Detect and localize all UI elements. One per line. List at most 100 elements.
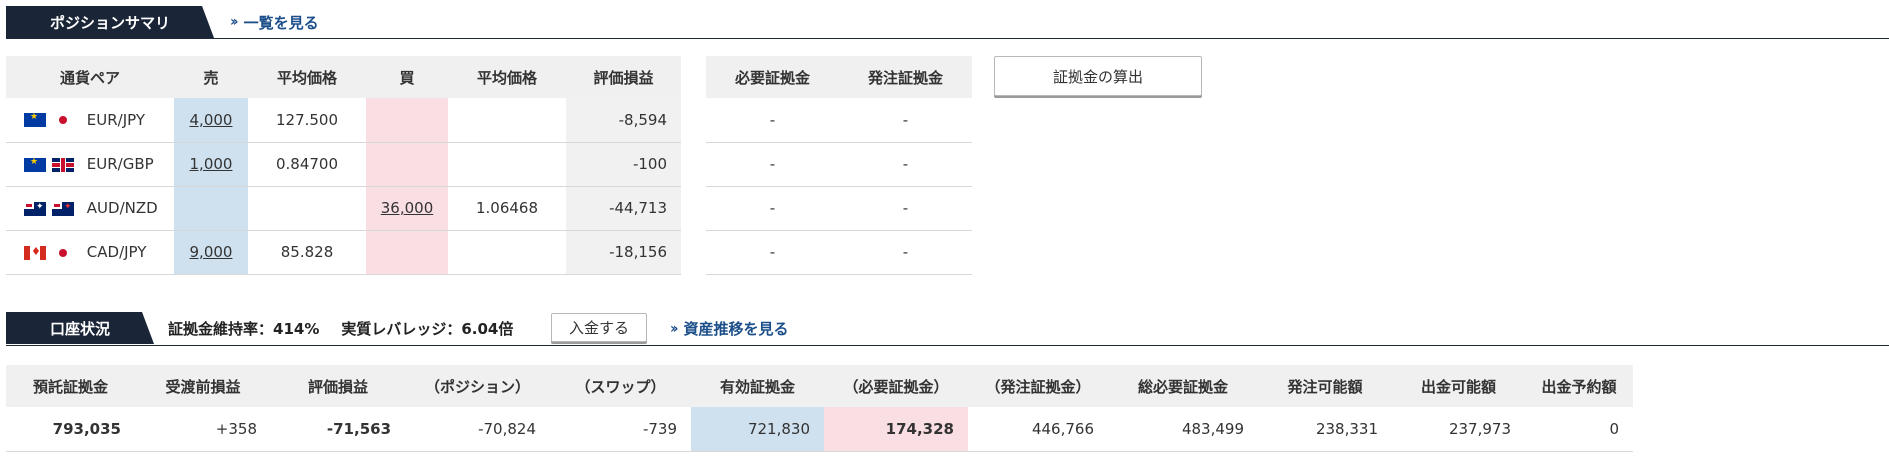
table-row: --	[706, 142, 972, 187]
margin-rate-text: 証拠金維持率：414%	[168, 319, 320, 338]
double-chevron-right-icon: ››	[230, 14, 238, 30]
col-sell: 売	[174, 56, 248, 98]
col-deposit-margin: 預託証拠金	[6, 365, 135, 407]
buy-cell[interactable]: 36,000	[366, 186, 448, 231]
col-required-margin: 必要証拠金	[706, 56, 839, 98]
deposit-margin-value: 793,035	[6, 407, 135, 452]
jp-flag-icon	[52, 245, 74, 260]
withdrawable-amount-value: 237,973	[1392, 407, 1525, 452]
gb-flag-icon	[52, 157, 74, 172]
valuation-pl-value: -71,563	[271, 407, 405, 452]
col-pl: 評価損益	[566, 56, 681, 98]
order-margin-value: 446,766	[968, 407, 1108, 452]
col-orderable-amount: 発注可能額	[1258, 365, 1392, 407]
sell-amount-link[interactable]: 4,000	[190, 111, 233, 129]
col-pre-settlement-pl: 受渡前損益	[135, 365, 271, 407]
sell-amount-link[interactable]: 1,000	[190, 155, 233, 173]
pair-cell: EUR/JPY	[6, 98, 174, 143]
buy-cell	[366, 142, 448, 187]
buy-avg-cell: 1.06468	[448, 186, 566, 231]
col-sell-avg: 平均価格	[248, 56, 366, 98]
orderable-amount-value: 238,331	[1258, 407, 1392, 452]
au-flag-icon	[24, 201, 46, 216]
order-margin-cell: -	[839, 186, 972, 231]
sell-avg-cell: 85.828	[248, 230, 366, 275]
sell-avg-cell: 127.500	[248, 98, 366, 143]
buy-avg-cell	[448, 98, 566, 143]
col-effective-margin: 有効証拠金	[691, 365, 824, 407]
buy-avg-cell	[448, 230, 566, 275]
eu-flag-icon	[24, 157, 46, 172]
col-buy: 買	[366, 56, 448, 98]
col-order-margin: 発注証拠金	[839, 56, 972, 98]
col-valuation-pl: 評価損益	[271, 365, 405, 407]
required-margin-cell: -	[706, 98, 839, 143]
col-withdrawable-amount: 出金可能額	[1392, 365, 1525, 407]
account-status-header: 口座状況 証拠金維持率：414% 実質レバレッジ：6.04倍	[6, 312, 513, 344]
position-value: -70,824	[405, 407, 550, 452]
table-row: EUR/JPY 4,000 127.500 -8,594	[6, 98, 681, 143]
account-status-divider	[6, 345, 1889, 346]
sell-avg-cell	[248, 186, 366, 231]
table-row: CAD/JPY 9,000 85.828 -18,156	[6, 230, 681, 275]
total-required-margin-value: 483,499	[1108, 407, 1258, 452]
margin-header-row: 必要証拠金 発注証拠金	[706, 56, 972, 98]
table-row: 793,035 +358 -71,563 -70,824 -739 721,83…	[6, 407, 1633, 452]
ca-flag-icon	[24, 245, 46, 260]
pair-cell: AUD/NZD	[6, 186, 174, 231]
position-summary-divider	[6, 38, 1889, 39]
position-summary-header: ポジションサマリ ›› 一覧を見る	[6, 6, 319, 38]
double-chevron-right-icon: ››	[670, 320, 678, 337]
buy-avg-cell	[448, 142, 566, 187]
col-buy-avg: 平均価格	[448, 56, 566, 98]
order-margin-cell: -	[839, 230, 972, 275]
swap-value: -739	[550, 407, 691, 452]
pl-cell: -44,713	[566, 186, 681, 231]
pl-cell: -100	[566, 142, 681, 187]
pair-cell: EUR/GBP	[6, 142, 174, 187]
sell-amount-link[interactable]: 9,000	[190, 243, 233, 261]
calc-margin-button[interactable]: 証拠金の算出	[994, 56, 1202, 96]
sell-cell[interactable]: 4,000	[174, 98, 248, 143]
pre-settlement-pl-value: +358	[135, 407, 271, 452]
pair-cell: CAD/JPY	[6, 230, 174, 275]
table-row: --	[706, 186, 972, 231]
account-header-row: 預託証拠金 受渡前損益 評価損益 （ポジション） （スワップ） 有効証拠金 （必…	[6, 365, 1633, 407]
sell-cell[interactable]: 9,000	[174, 230, 248, 275]
col-pair: 通貨ペア	[6, 56, 174, 98]
nz-flag-icon	[52, 201, 74, 216]
sell-cell	[174, 186, 248, 231]
deposit-button[interactable]: 入金する	[551, 313, 647, 342]
view-list-link[interactable]: ›› 一覧を見る	[230, 12, 319, 33]
pl-cell: -8,594	[566, 98, 681, 143]
pair-label: EUR/JPY	[86, 110, 146, 129]
required-margin-cell: -	[706, 142, 839, 187]
buy-cell	[366, 230, 448, 275]
table-row: --	[706, 230, 972, 275]
required-margin-cell: -	[706, 230, 839, 275]
jp-flag-icon	[52, 113, 74, 128]
col-required-margin: （必要証拠金）	[824, 365, 968, 407]
table-row: AUD/NZD 36,000 1.06468 -44,713	[6, 186, 681, 231]
table-row: EUR/GBP 1,000 0.84700 -100	[6, 142, 681, 187]
eu-flag-icon	[24, 113, 46, 128]
buy-amount-link[interactable]: 36,000	[381, 199, 434, 217]
pair-label: EUR/GBP	[86, 155, 154, 173]
pl-cell: -18,156	[566, 230, 681, 275]
order-margin-cell: -	[839, 142, 972, 187]
col-total-required-margin: 総必要証拠金	[1108, 365, 1258, 407]
sell-avg-cell: 0.84700	[248, 142, 366, 187]
col-withdrawal-reserved: 出金予約額	[1525, 365, 1633, 407]
order-margin-cell: -	[839, 98, 972, 143]
leverage-text: 実質レバレッジ：6.04倍	[341, 319, 514, 338]
asset-history-label: 資産推移を見る	[683, 320, 789, 338]
asset-history-link[interactable]: ›› 資産推移を見る	[670, 318, 789, 339]
positions-header-row: 通貨ペア 売 平均価格 買 平均価格 評価損益	[6, 56, 681, 98]
col-order-margin: （発注証拠金）	[968, 365, 1108, 407]
pair-label: AUD/NZD	[86, 199, 158, 217]
table-row: --	[706, 98, 972, 143]
withdrawal-reserved-value: 0	[1525, 407, 1633, 452]
sell-cell[interactable]: 1,000	[174, 142, 248, 187]
effective-margin-value: 721,830	[691, 407, 824, 452]
position-summary-title: ポジションサマリ	[6, 6, 214, 38]
